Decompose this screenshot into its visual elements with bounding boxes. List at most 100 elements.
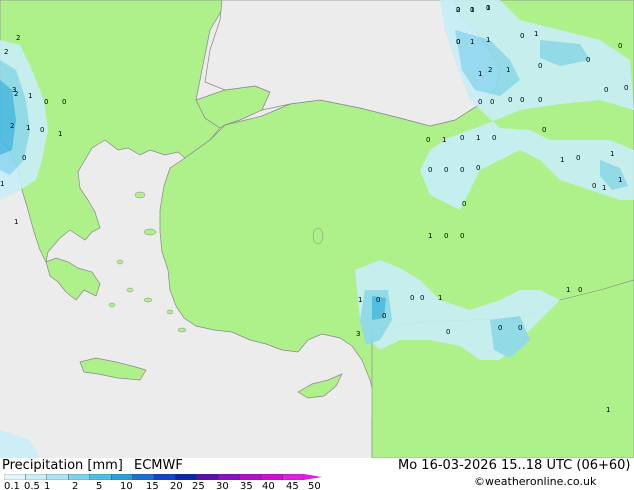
precip-value-label: 0 bbox=[478, 98, 482, 106]
precip-value-label: 0 bbox=[486, 4, 490, 12]
precip-value-label: 0 bbox=[592, 182, 596, 190]
precip-value-label: 0 bbox=[576, 154, 580, 162]
precip-value-label: 0 bbox=[382, 312, 386, 320]
precip-value-label: 0 bbox=[462, 200, 466, 208]
precip-value-label: 0 bbox=[470, 6, 474, 14]
precip-value-label: 0 bbox=[520, 32, 524, 40]
scale-tick-label: 20 bbox=[170, 481, 183, 490]
precip-value-label: 0 bbox=[44, 98, 48, 106]
scale-tick-label: 10 bbox=[120, 481, 133, 490]
precip-value-label: 0 bbox=[624, 84, 628, 92]
precip-value-label: 1 bbox=[606, 406, 610, 414]
precip-value-label: 0 bbox=[410, 294, 414, 302]
precip-value-label: 1 bbox=[566, 286, 570, 294]
precip-value-label: 1 bbox=[602, 184, 606, 192]
scale-tick-label: 25 bbox=[192, 481, 205, 490]
model-label: ECMWF bbox=[134, 458, 183, 473]
precip-value-label: 2 bbox=[10, 122, 14, 130]
scale-segment bbox=[89, 474, 112, 480]
precip-value-label: 0 bbox=[518, 324, 522, 332]
precip-value-label: 0 bbox=[444, 232, 448, 240]
precip-value-label: 0 bbox=[498, 324, 502, 332]
precip-value-label: 1 bbox=[428, 232, 432, 240]
precip-value-label: 0 bbox=[444, 166, 448, 174]
precip-value-label: 0 bbox=[40, 126, 44, 134]
weather-map-frame: 2110110102101000000002103210221001010000… bbox=[0, 0, 634, 490]
precip-value-label: 1 bbox=[438, 294, 442, 302]
precip-value-label: 0 bbox=[446, 328, 450, 336]
scale-segment bbox=[218, 474, 240, 480]
precip-value-label: 3 bbox=[356, 330, 360, 338]
scale-tick-label: 5 bbox=[96, 481, 103, 490]
precip-value-label: 1 bbox=[14, 218, 18, 226]
precip-value-label: 1 bbox=[26, 124, 30, 132]
precip-value-label: 1 bbox=[486, 36, 490, 44]
precip-value-label: 1 bbox=[58, 130, 62, 138]
precipitation-map: 2 1 10 1 1 0 1021010 0 0 0 000 02 1032 1 022100 1 0 1 000 0… bbox=[0, 0, 634, 458]
scale-segment bbox=[25, 474, 48, 480]
credit-label: ©weatheronline.co.uk bbox=[474, 475, 597, 488]
scale-segment bbox=[4, 474, 26, 480]
scale-segment bbox=[110, 474, 133, 480]
scale-tick-label: 0.1 bbox=[4, 481, 20, 490]
scale-segment bbox=[260, 474, 283, 480]
precip-value-label: 0 bbox=[618, 42, 622, 50]
precip-value-label: 0 bbox=[476, 164, 480, 172]
scale-tick-label: 45 bbox=[286, 481, 299, 490]
scale-tick-label: 2 bbox=[72, 481, 79, 490]
precip-value-label: 1 bbox=[0, 180, 4, 188]
precip-value-label: 2 bbox=[4, 48, 8, 56]
precip-value-label: 0 bbox=[376, 296, 380, 304]
precip-value-label: 0 bbox=[604, 86, 608, 94]
precip-value-label: 1 bbox=[560, 156, 564, 164]
precip-value-label: 1 bbox=[28, 92, 32, 100]
scale-segment bbox=[239, 474, 262, 480]
color-scale-bar bbox=[4, 474, 322, 480]
precip-value-label: 2 bbox=[16, 34, 20, 42]
precip-value-label: 0 bbox=[460, 166, 464, 174]
product-label: Precipitation [mm] bbox=[2, 458, 123, 473]
precip-value-label: 0 bbox=[460, 134, 464, 142]
precip-value-label: 0 bbox=[578, 286, 582, 294]
scale-segment bbox=[153, 474, 176, 480]
precip-value-label: 1 bbox=[506, 66, 510, 74]
scale-segment bbox=[175, 474, 198, 480]
precip-value-label: 1 bbox=[358, 296, 362, 304]
precip-value-label: 2 bbox=[488, 66, 492, 74]
precip-value-label: 0 bbox=[508, 96, 512, 104]
scale-arrow bbox=[304, 474, 322, 480]
precip-value-label: 0 bbox=[22, 154, 26, 162]
scale-segment bbox=[132, 474, 155, 480]
precip-value-label: 0 bbox=[538, 62, 542, 70]
scale-tick-label: 50 bbox=[308, 481, 321, 490]
precip-value-label: 0 bbox=[420, 294, 424, 302]
precip-value-label: 1 bbox=[476, 134, 480, 142]
scale-segment bbox=[68, 474, 90, 480]
precip-value-label: 0 bbox=[490, 98, 494, 106]
scale-tick-label: 30 bbox=[216, 481, 229, 490]
precip-value-label: 3 bbox=[12, 86, 16, 94]
precip-value-label: 1 bbox=[478, 70, 482, 78]
valid-time-label: Mo 16-03-2026 15..18 UTC (06+60) bbox=[398, 458, 631, 473]
scale-segment bbox=[46, 474, 69, 480]
precip-value-label: 0 bbox=[542, 126, 546, 134]
scale-segment bbox=[196, 474, 219, 480]
precip-value-label: 0 bbox=[456, 38, 460, 46]
scale-tick-label: 35 bbox=[240, 481, 253, 490]
precip-value-label: 1 bbox=[610, 150, 614, 158]
precip-value-label: 0 bbox=[426, 136, 430, 144]
precip-value-label: 0 bbox=[586, 56, 590, 64]
precip-value-label: 0 bbox=[538, 96, 542, 104]
precip-value-label: 0 bbox=[520, 96, 524, 104]
precip-value-label: 0 bbox=[460, 232, 464, 240]
precip-value-label: 1 bbox=[534, 30, 538, 38]
scale-tick-label: 40 bbox=[262, 481, 275, 490]
precip-value-label: 0 bbox=[62, 98, 66, 106]
precip-value-label: 1 bbox=[618, 176, 622, 184]
precip-value-label: 0 bbox=[428, 166, 432, 174]
precip-value-label: 1 bbox=[470, 38, 474, 46]
scale-tick-label: 1 bbox=[44, 481, 51, 490]
precip-value-label: 0 bbox=[456, 6, 460, 14]
precip-value-label: 1 bbox=[442, 136, 446, 144]
scale-tick-label: 15 bbox=[146, 481, 159, 490]
